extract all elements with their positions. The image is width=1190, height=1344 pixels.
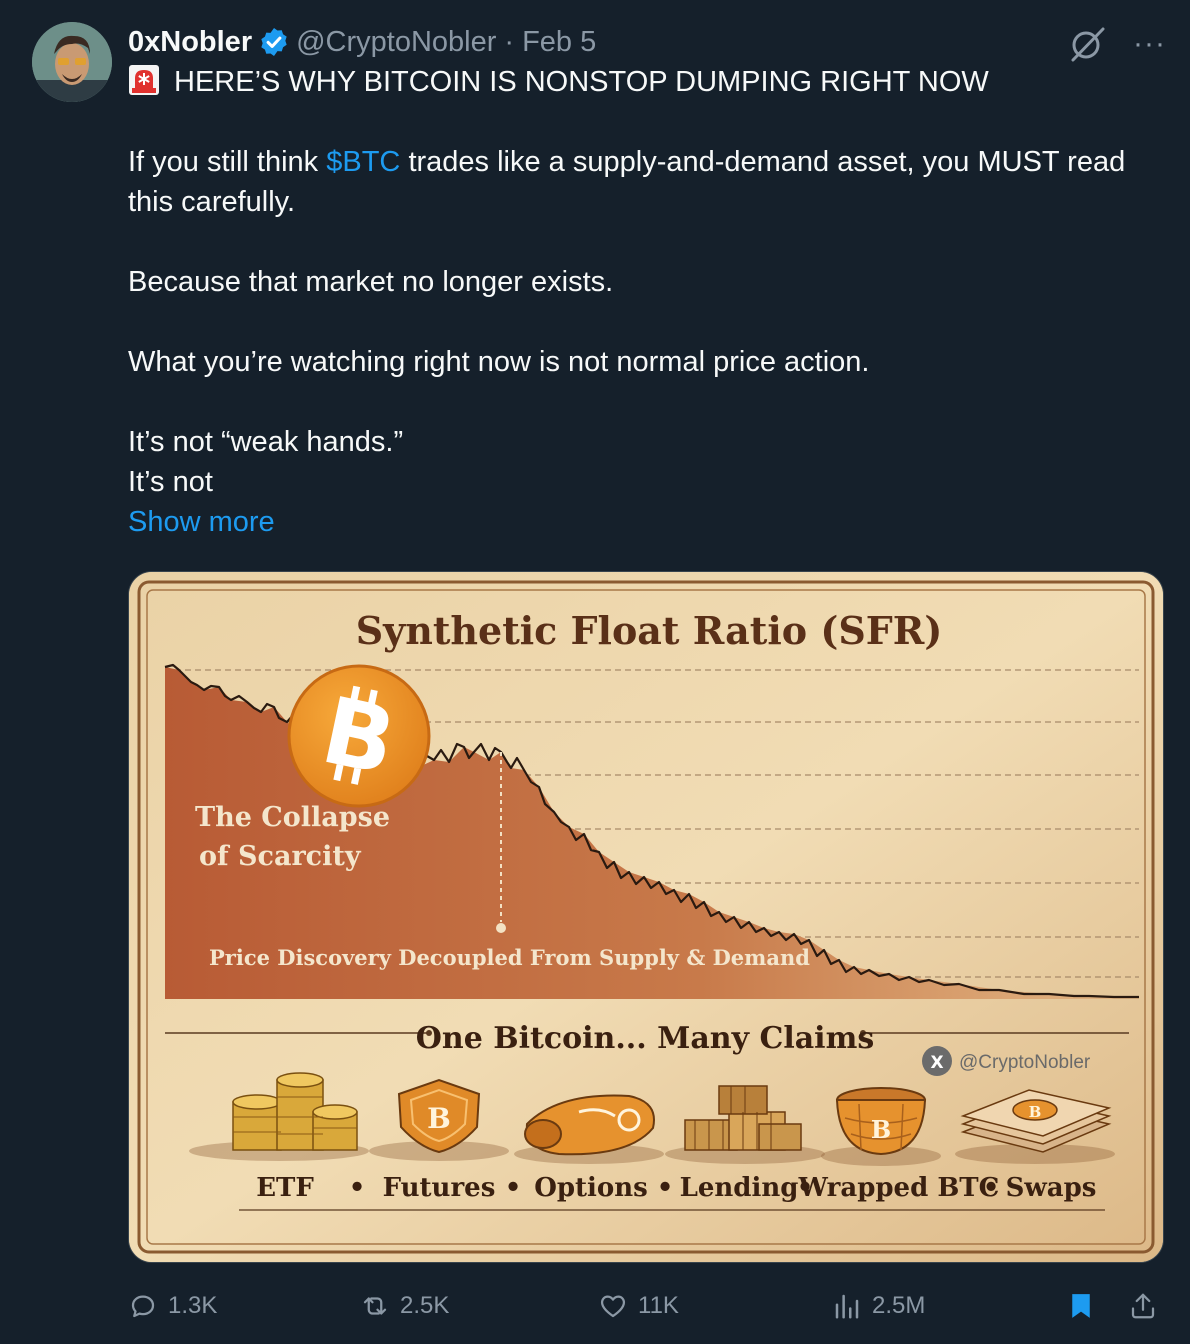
label-etf: ETF <box>256 1173 314 1203</box>
author-name[interactable]: 0xNobler <box>128 26 252 59</box>
swaps-glyph: B <box>1029 1103 1042 1121</box>
decouple-dot <box>496 923 506 933</box>
tweet-image[interactable]: Synthetic Float Ratio (SFR) B The Collap… <box>128 571 1164 1263</box>
label-futures: Futures <box>383 1173 496 1203</box>
x-logo-letter: X <box>930 1053 943 1073</box>
label-lending: Lending <box>680 1173 799 1203</box>
headline-text: HERE’S WHY BITCOIN IS NONSTOP DUMPING RI… <box>174 66 989 98</box>
bookmark-button[interactable] <box>1066 1284 1096 1328</box>
label-bullet-2: • <box>505 1173 522 1203</box>
watermark-handle: @CryptoNobler <box>959 1052 1091 1073</box>
views-icon <box>835 1294 859 1319</box>
like-button[interactable]: 11K <box>598 1284 679 1328</box>
headline-line: HERE’S WHY BITCOIN IS NONSTOP DUMPING RI… <box>128 62 1158 102</box>
paragraph-1: If you still think $BTC trades like a su… <box>128 142 1158 222</box>
paragraph-3: What you’re watching right now is not no… <box>128 346 870 378</box>
views-button[interactable]: 2.5M <box>832 1284 925 1328</box>
views-count: 2.5M <box>872 1292 926 1319</box>
bookmark-icon <box>1072 1294 1090 1318</box>
avatar[interactable] <box>32 22 112 102</box>
separator-dot: · <box>504 25 515 58</box>
like-count: 11K <box>638 1292 679 1319</box>
paragraph-2: Because that market no longer exists. <box>128 266 614 298</box>
tweet-date[interactable]: Feb 5 <box>522 26 596 59</box>
paragraph-4-line-1: It’s not “weak hands.” <box>128 426 404 458</box>
label-bullet-5: • <box>983 1173 1000 1203</box>
tweet-text: HERE’S WHY BITCOIN IS NONSTOP DUMPING RI… <box>128 62 1158 542</box>
futures-badge-glyph: B <box>427 1102 451 1135</box>
siren-icon <box>129 65 159 95</box>
repost-button[interactable]: 2.5K <box>360 1284 449 1328</box>
claims-title: One Bitcoin... Many Claims <box>416 1021 874 1056</box>
label-bullet-3: • <box>657 1173 674 1203</box>
repost-count: 2.5K <box>400 1292 450 1319</box>
author-handle[interactable]: @CryptoNobler <box>296 26 496 59</box>
tweet-header: 0xNobler @CryptoNobler · Feb 5 <box>128 22 596 62</box>
paragraph-1-start: If you still think <box>128 146 327 178</box>
label-swaps: Swaps <box>1006 1173 1097 1203</box>
paragraph-4-line-2: It’s not <box>128 466 213 498</box>
repost-icon <box>363 1297 387 1315</box>
collapse-label-line-2: of Scarcity <box>199 841 362 872</box>
label-bullet-1: • <box>349 1173 366 1203</box>
label-wrapped-btc: Wrapped BTC <box>798 1173 1000 1203</box>
show-more-link[interactable]: Show more <box>128 502 1158 542</box>
like-icon <box>600 1295 626 1318</box>
share-icon <box>1131 1293 1155 1319</box>
infographic: Synthetic Float Ratio (SFR) B The Collap… <box>129 572 1163 1262</box>
verified-badge-icon <box>261 28 287 56</box>
share-button[interactable] <box>1128 1284 1158 1328</box>
more-icon[interactable]: ··· <box>1133 29 1166 59</box>
avatar-image <box>32 22 112 102</box>
collapse-label-line-1: The Collapse <box>195 802 390 833</box>
infographic-title: Synthetic Float Ratio (SFR) <box>356 608 943 653</box>
price-discovery-label: Price Discovery Decoupled From Supply & … <box>209 945 810 970</box>
reply-icon <box>131 1295 155 1318</box>
reply-button[interactable]: 1.3K <box>128 1284 217 1328</box>
reply-count: 1.3K <box>168 1292 218 1319</box>
grok-icon[interactable] <box>1067 24 1107 64</box>
label-options: Options <box>534 1173 648 1203</box>
wrapped-btc-glyph: B <box>871 1115 891 1144</box>
tweet-action-bar: 1.3K 2.5K 11K 2.5M <box>128 1284 1162 1328</box>
tweet-top-actions: ··· <box>1067 24 1166 64</box>
cashtag-link[interactable]: $BTC <box>326 146 400 178</box>
